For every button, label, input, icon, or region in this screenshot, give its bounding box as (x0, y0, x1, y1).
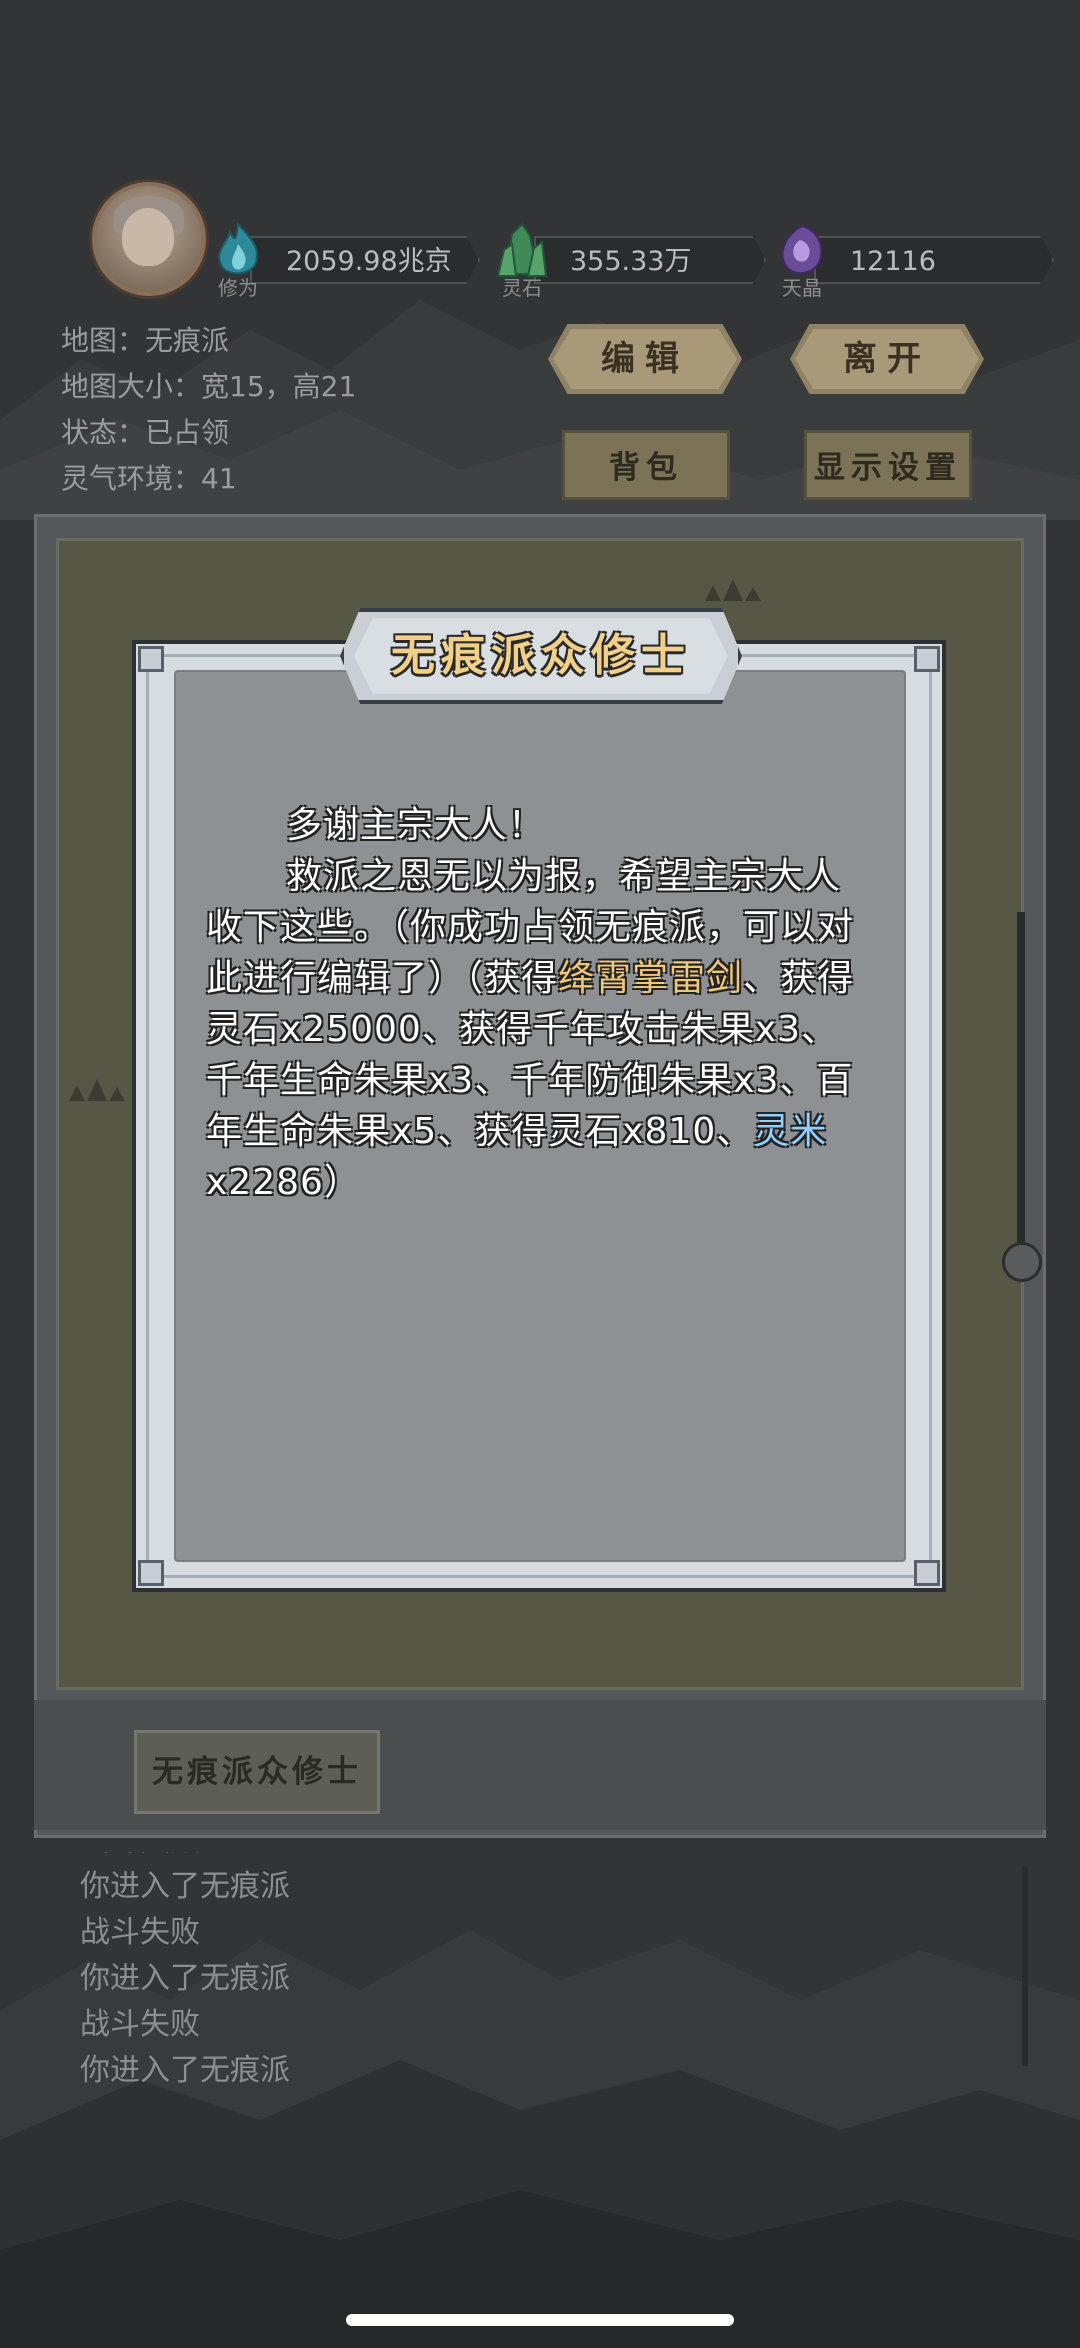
frame-corner-ornament (138, 1560, 164, 1586)
log-line: 你进入了无痕派 (80, 2053, 290, 2088)
item-highlight-weapon: 绛霄掌雷剑 (558, 958, 744, 999)
resource-crystal: 12116 天晶 (774, 224, 1054, 300)
map-name: 地图：无痕派 (61, 324, 230, 357)
map-spirit-environment: 灵气环境：41 (61, 462, 237, 495)
leave-button[interactable]: 离开 (790, 324, 984, 394)
player-avatar[interactable] (92, 182, 206, 296)
map-scrollbar[interactable] (1017, 912, 1025, 1272)
resource-caption: 修为 (218, 276, 258, 300)
log-line: 战斗失败 (80, 1915, 200, 1950)
log-line: 你进入了无痕派 (80, 1869, 290, 1904)
display-settings-button[interactable]: 显示设置 (804, 430, 972, 500)
resource-caption: 灵石 (502, 276, 542, 300)
tree-cluster-icon (705, 579, 761, 601)
log-scrollbar[interactable] (1022, 1866, 1028, 2066)
item-highlight-rice: 灵米 (753, 1111, 828, 1152)
resource-caption: 天晶 (782, 276, 822, 300)
bag-button[interactable]: 背包 (562, 430, 730, 500)
log-line: 战斗失败 (80, 1852, 1020, 1864)
tree-cluster-icon (69, 1079, 125, 1101)
resource-value: 355.33万 (534, 236, 766, 284)
home-indicator[interactable] (346, 2314, 734, 2326)
frame-corner-ornament (138, 646, 164, 672)
dialog-paragraph-reward: 救派之恩无以为报，希望主宗大人收下这些。（你成功占领无痕派，可以对此进行编辑了）… (206, 851, 856, 1208)
resource-value: 12116 (814, 236, 1054, 284)
resource-value: 2059.98兆京 (250, 236, 480, 284)
event-log[interactable]: 战斗失败 你进入了无痕派 战斗失败 你进入了无痕派 战斗失败 你进入了无痕派 (80, 1852, 1020, 2088)
avatar-face (122, 208, 174, 266)
map-info: 地图：无痕派 地图大小：宽15，高21 状态：已占领 灵气环境：41 (61, 318, 356, 502)
log-line: 你进入了无痕派 (80, 1961, 290, 1996)
map-size: 地图大小：宽15，高21 (61, 370, 357, 403)
resource-cultivation: 2059.98兆京 修为 (210, 221, 480, 300)
dialog-title: 无痕派众修士 (391, 630, 691, 681)
reward-text: x2286） (206, 1162, 361, 1203)
frame-corner-ornament (914, 646, 940, 672)
map-scroll-handle[interactable] (1002, 1242, 1042, 1282)
dialog-message: 多谢主宗大人！ 救派之恩无以为报，希望主宗大人收下这些。（你成功占领无痕派，可以… (206, 800, 856, 1208)
map-status: 状态：已占领 (61, 416, 230, 449)
resource-spirit-stone: 355.33万 灵石 (494, 222, 766, 300)
frame-corner-ornament (914, 1560, 940, 1586)
edit-button[interactable]: 编辑 (548, 324, 742, 394)
log-line: 战斗失败 (80, 2007, 200, 2042)
dialog-line-greeting: 多谢主宗大人！ (286, 805, 546, 846)
npc-tab-button[interactable]: 无痕派众修士 (134, 1730, 380, 1814)
